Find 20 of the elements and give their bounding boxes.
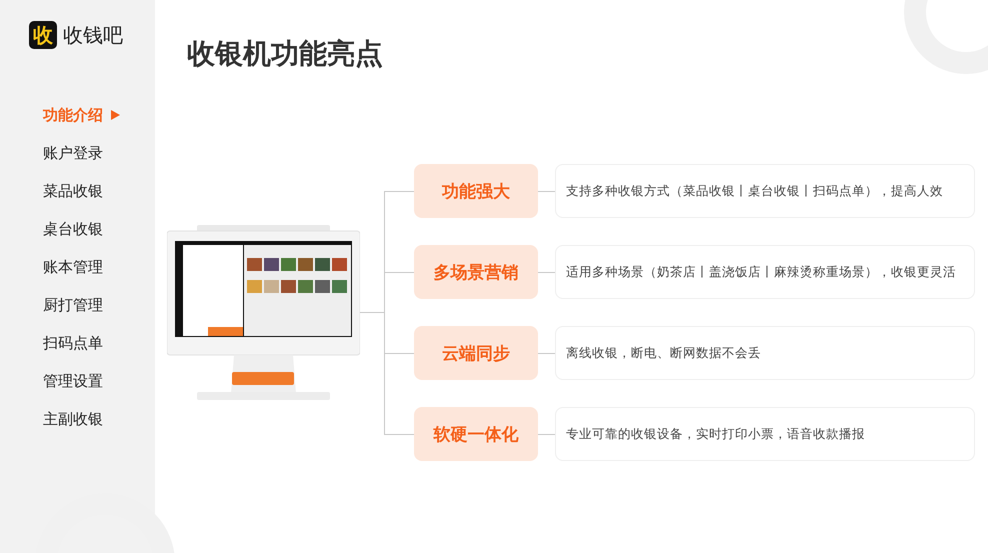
sidebar-item[interactable]: 账本管理 (43, 255, 103, 279)
feature-description-card: 离线收银，断电、断网数据不会丢 (555, 326, 975, 380)
sidebar-item[interactable]: 桌台收银 (43, 217, 103, 241)
sidebar-item[interactable]: 管理设置 (43, 369, 103, 393)
logo-icon: 收 (29, 21, 57, 49)
sidebar-item[interactable]: 厨打管理 (43, 293, 103, 317)
feature-description-card: 专业可靠的收银设备，实时打印小票，语音收款播报 (555, 407, 975, 461)
feature-tag: 软硬一体化 (414, 407, 538, 461)
logo-text: 收钱吧 (63, 22, 123, 48)
sidebar-item[interactable]: 扫码点单 (43, 331, 103, 355)
feature-tag: 多场景营销 (414, 245, 538, 299)
caret-icon (111, 110, 120, 120)
sidebar-item[interactable]: 主副收银 (43, 407, 103, 431)
feature-tag: 云端同步 (414, 326, 538, 380)
feature-description-card: 适用多种场景（奶茶店丨盖浇饭店丨麻辣烫称重场景），收银更灵活 (555, 245, 975, 299)
feature-tag: 功能强大 (414, 164, 538, 218)
feature-description-card: 支持多种收银方式（菜品收银丨桌台收银丨扫码点单），提高人效 (555, 164, 975, 218)
sidebar-item[interactable]: 账户登录 (43, 141, 103, 165)
page-title: 收银机功能亮点 (187, 36, 384, 72)
sidebar-item[interactable]: 菜品收银 (43, 179, 103, 203)
